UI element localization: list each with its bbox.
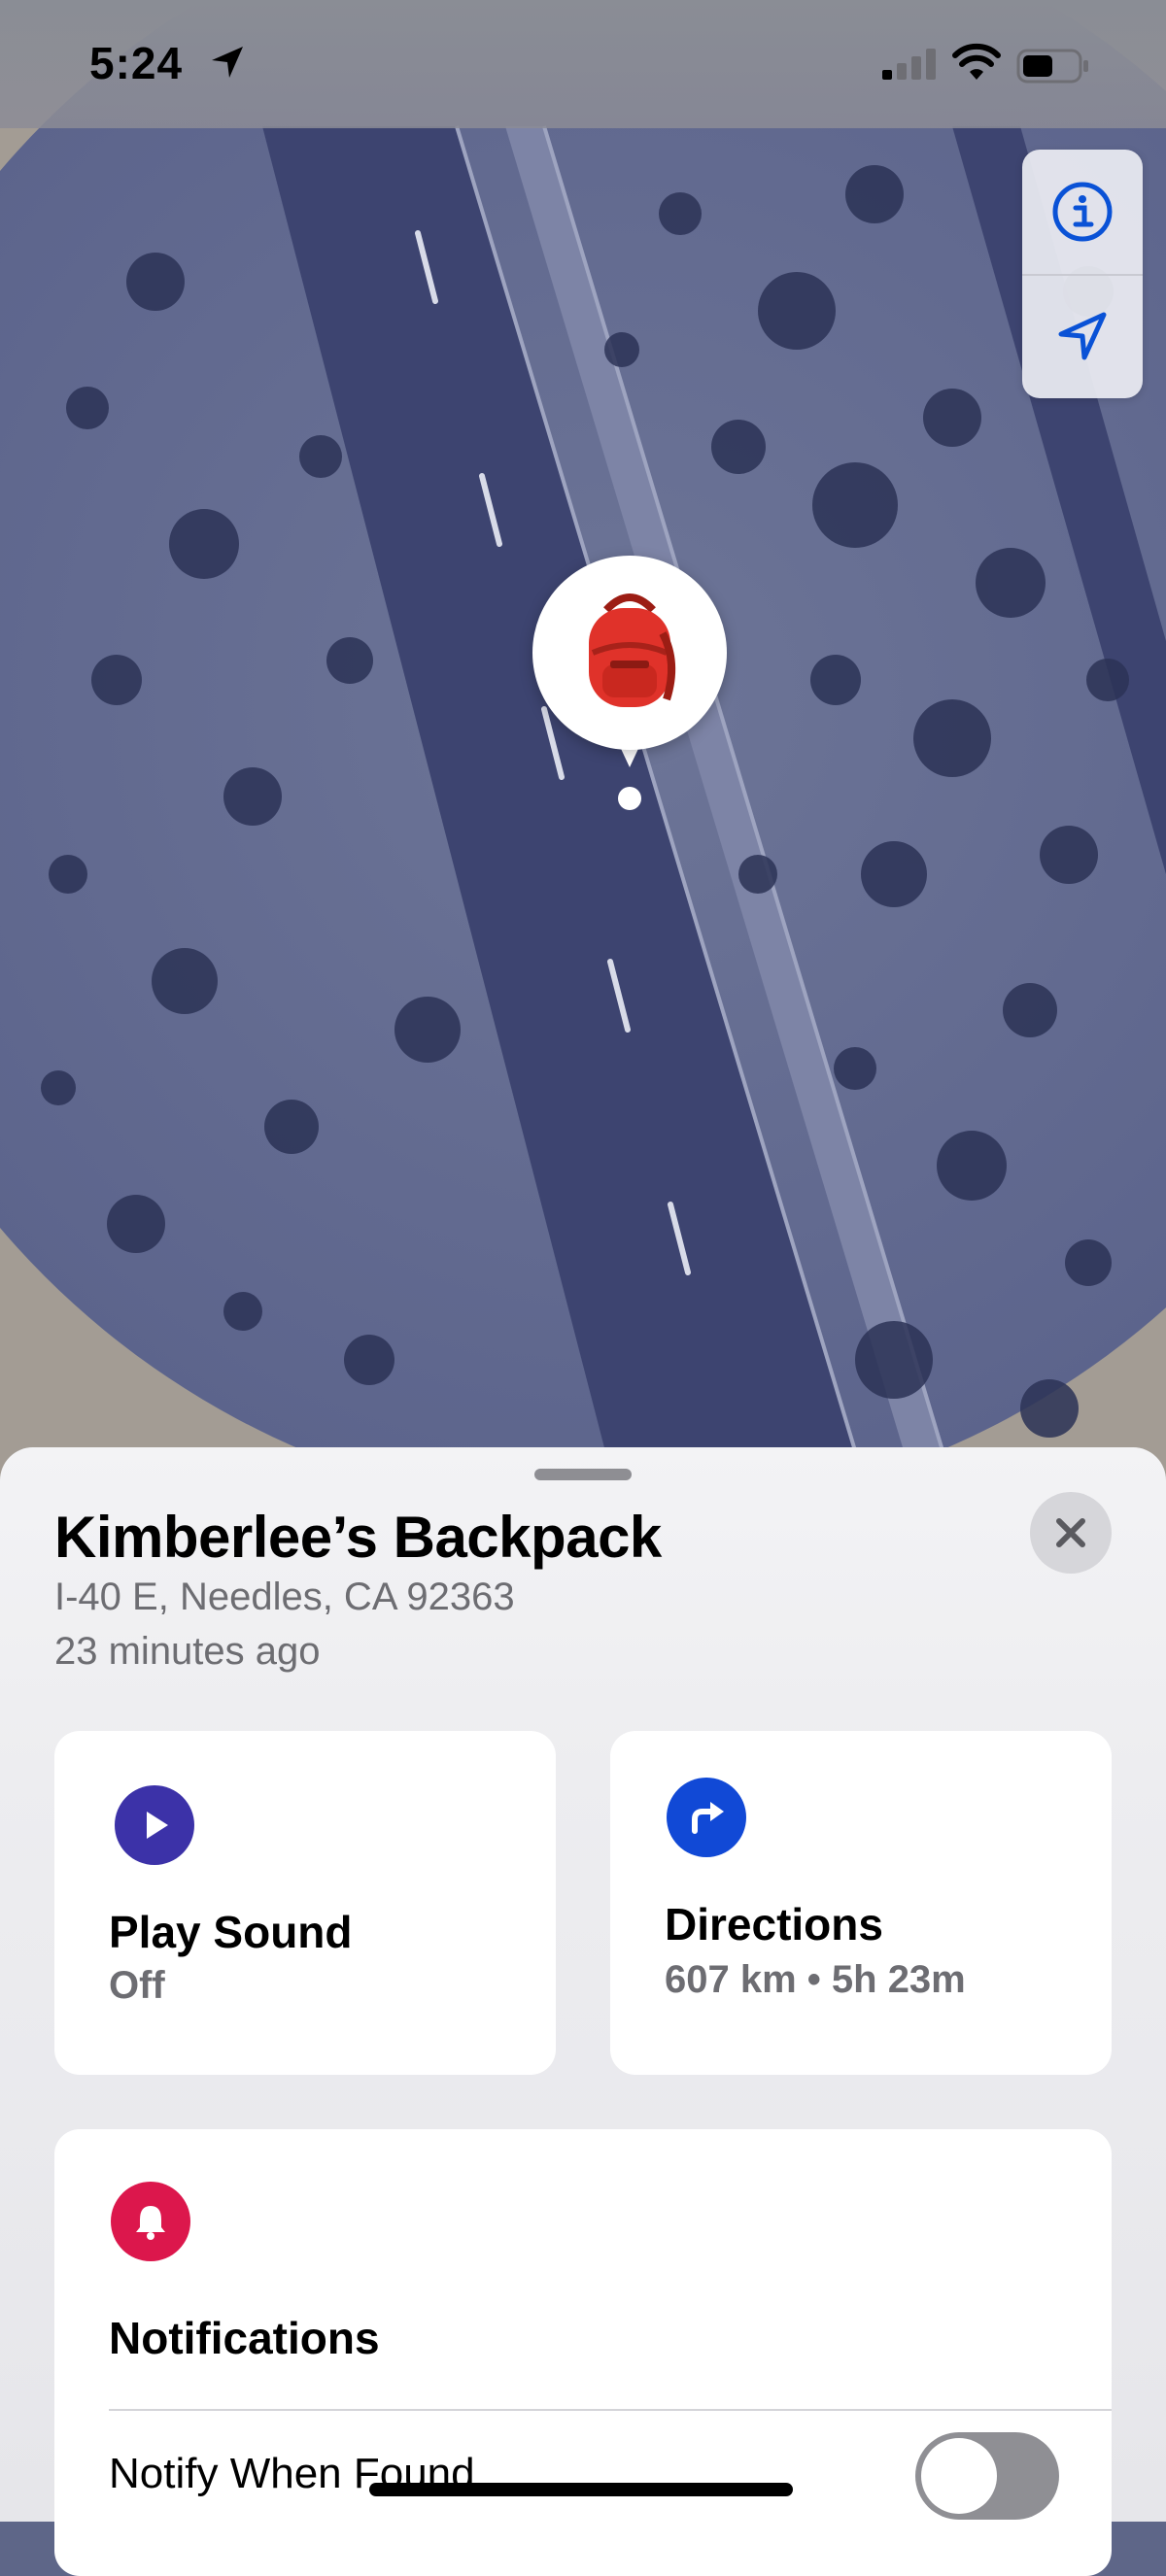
backpack-icon xyxy=(589,593,676,707)
toggle-knob xyxy=(921,2438,997,2514)
cellular-signal-icon xyxy=(882,49,939,85)
notifications-title: Notifications xyxy=(109,2313,380,2363)
item-address: I-40 E, Needles, CA 92363 xyxy=(54,1576,515,1618)
info-icon xyxy=(1052,182,1113,242)
notifications-divider xyxy=(109,2409,1112,2411)
status-bar: 5:24 xyxy=(0,0,1166,128)
item-location-pin[interactable] xyxy=(532,556,731,818)
turn-right-arrow-icon xyxy=(667,1778,746,1857)
status-time: 5:24 xyxy=(89,38,184,88)
map-controls xyxy=(1022,150,1143,398)
home-indicator[interactable] xyxy=(369,2483,793,2496)
play-sound-status: Off xyxy=(109,1964,165,2007)
battery-icon xyxy=(1016,49,1090,88)
last-seen-time: 23 minutes ago xyxy=(54,1630,321,1673)
item-title: Kimberlee’s Backpack xyxy=(54,1505,662,1570)
pin-dot xyxy=(618,787,641,810)
close-icon xyxy=(1056,1518,1085,1547)
notify-when-found-toggle[interactable] xyxy=(915,2432,1059,2520)
notifications-card: Notifications Notify When Found xyxy=(54,2129,1112,2576)
location-arrow-icon xyxy=(1058,312,1107,360)
directions-title: Directions xyxy=(665,1899,883,1949)
play-sound-card[interactable]: Play Sound Off xyxy=(54,1731,556,2075)
directions-detail: 607 km • 5h 23m xyxy=(665,1958,966,2001)
bell-icon xyxy=(111,2182,190,2261)
pin-bubble xyxy=(532,556,727,750)
location-arrow-icon xyxy=(208,43,247,86)
current-location-button[interactable] xyxy=(1022,274,1143,398)
item-detail-sheet: Kimberlee’s Backpack I-40 E, Needles, CA… xyxy=(0,1447,1166,2576)
wifi-icon xyxy=(952,43,1001,86)
close-button[interactable] xyxy=(1030,1492,1112,1574)
sheet-grabber[interactable] xyxy=(534,1469,632,1480)
directions-card[interactable]: Directions 607 km • 5h 23m xyxy=(610,1731,1112,2075)
play-icon xyxy=(115,1785,194,1865)
map-info-button[interactable] xyxy=(1022,150,1143,274)
play-sound-title: Play Sound xyxy=(109,1907,353,1957)
